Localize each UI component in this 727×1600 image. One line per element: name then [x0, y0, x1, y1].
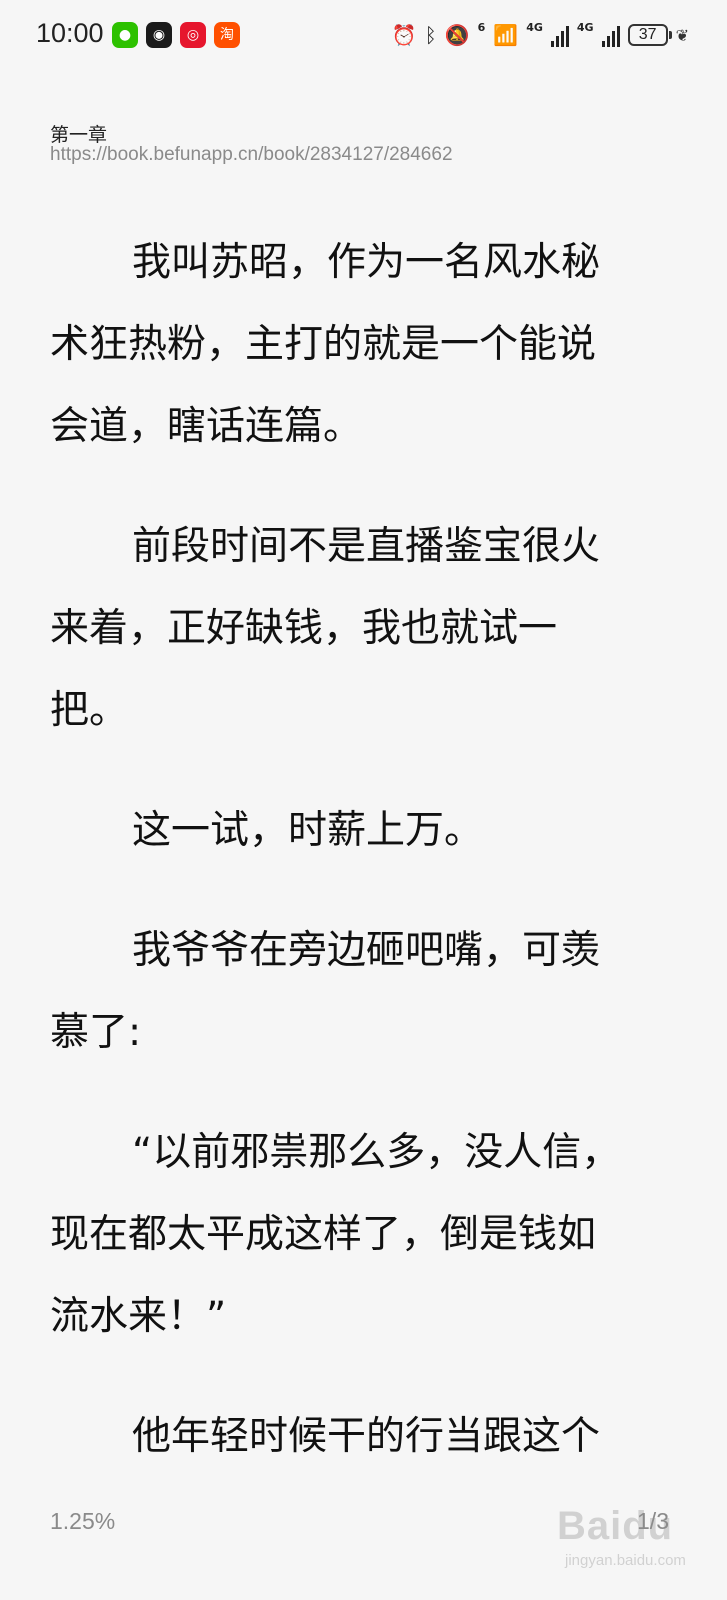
clock: 10:00 [36, 18, 104, 48]
paragraph-1: 我叫苏昭，作为一名风水秘术狂热粉，主打的就是一个能说会道，瞎话连篇。 [50, 240, 601, 449]
chapter-title: 第一章 [50, 124, 108, 146]
paragraph-5: “以前邪祟那么多，没人信，现在都太平成这样了，倒是钱如流水来！” [50, 1130, 621, 1339]
paragraph-4: 我爷爷在旁边砸吧嘴，可羡慕了: [50, 928, 601, 1055]
alarm-icon: ⏰ [391, 23, 417, 47]
wifi-badge: 6 [477, 21, 486, 34]
watermark-logo: Baidu [557, 1504, 674, 1548]
weibo-icon: ◎ [180, 22, 206, 48]
qq-icon: ◉ [146, 22, 172, 48]
mute-bell-icon: 🔕 [444, 23, 470, 47]
signal-icon-2 [601, 23, 620, 47]
battery-level: 37 [638, 26, 657, 43]
paragraph-3: 这一试，时薪上万。 [132, 808, 484, 853]
taobao-icon: 淘 [214, 22, 240, 48]
status-bar: 10:00 ● ◉ ◎ 淘 ⏰ ᛒ 🔕 6 📶 4G 4G 37 ❦ [0, 0, 727, 72]
network-label-2: 4G [576, 21, 594, 34]
baidu-watermark: Baidu jingyan.baidu.com [553, 1490, 703, 1580]
paragraph-2: 前段时间不是直播鉴宝很火来着，正好缺钱，我也就试一把。 [50, 524, 601, 733]
signal-icon [550, 23, 569, 47]
notification-app-icons: ● ◉ ◎ 淘 [112, 22, 240, 48]
reading-progress: 1.25% [50, 1508, 116, 1534]
wechat-icon: ● [112, 22, 138, 48]
watermark-sub: jingyan.baidu.com [565, 1552, 686, 1569]
leaf-icon: ❦ [675, 25, 689, 45]
network-label-1: 4G [526, 21, 543, 34]
bluetooth-icon: ᛒ [424, 23, 437, 47]
battery-icon: 37 [627, 24, 672, 46]
wifi-icon: 📶 [493, 23, 519, 47]
system-status-icons: ⏰ ᛒ 🔕 6 📶 4G 4G 37 ❦ [392, 20, 689, 50]
paragraph-6: 他年轻时候干的行当跟这个 [132, 1414, 601, 1459]
reading-content[interactable]: 我叫苏昭，作为一名风水秘术狂热粉，主打的就是一个能说会道，瞎话连篇。 前段时间不… [50, 222, 628, 1522]
chapter-url: https://book.befunapp.cn/book/2834127/28… [50, 144, 453, 165]
